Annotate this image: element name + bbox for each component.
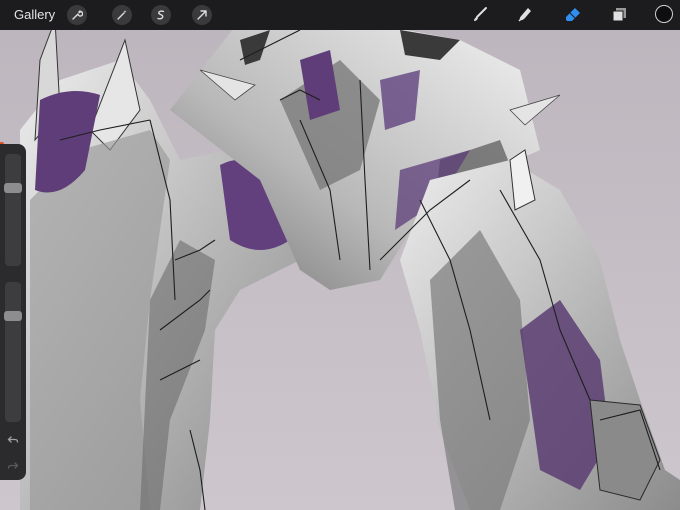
selection-icon <box>157 10 165 20</box>
artwork <box>0 0 680 510</box>
top-toolbar: Gallery <box>0 0 680 30</box>
actions-button[interactable] <box>67 5 87 25</box>
gallery-button[interactable]: Gallery <box>14 7 55 22</box>
brush-opacity-slider[interactable] <box>4 282 22 422</box>
drawing-canvas[interactable] <box>0 0 680 510</box>
selection-button[interactable] <box>151 5 171 25</box>
undo-icon <box>7 436 19 443</box>
undo-button[interactable] <box>5 432 21 448</box>
brush-size-slider[interactable] <box>4 154 22 266</box>
redo-icon <box>7 462 19 469</box>
eraser-tool[interactable] <box>563 5 583 25</box>
brush-icon <box>474 7 487 21</box>
layers-button[interactable] <box>609 5 629 25</box>
smudge-tool[interactable] <box>515 5 535 25</box>
brush-sidebar <box>0 144 26 480</box>
layers-icon <box>612 8 626 22</box>
transform-button[interactable] <box>192 5 212 25</box>
brush-size-knob[interactable] <box>4 183 22 193</box>
magic-wand-icon <box>117 10 127 20</box>
smudge-icon <box>518 8 531 22</box>
brush-opacity-knob[interactable] <box>4 311 22 321</box>
adjustments-button[interactable] <box>112 5 132 25</box>
brush-tool[interactable] <box>470 5 490 25</box>
wrench-icon <box>72 10 83 20</box>
redo-button[interactable] <box>5 458 21 474</box>
eraser-icon <box>566 8 580 21</box>
color-picker-button[interactable] <box>655 5 673 23</box>
transform-arrow-icon <box>197 10 207 20</box>
